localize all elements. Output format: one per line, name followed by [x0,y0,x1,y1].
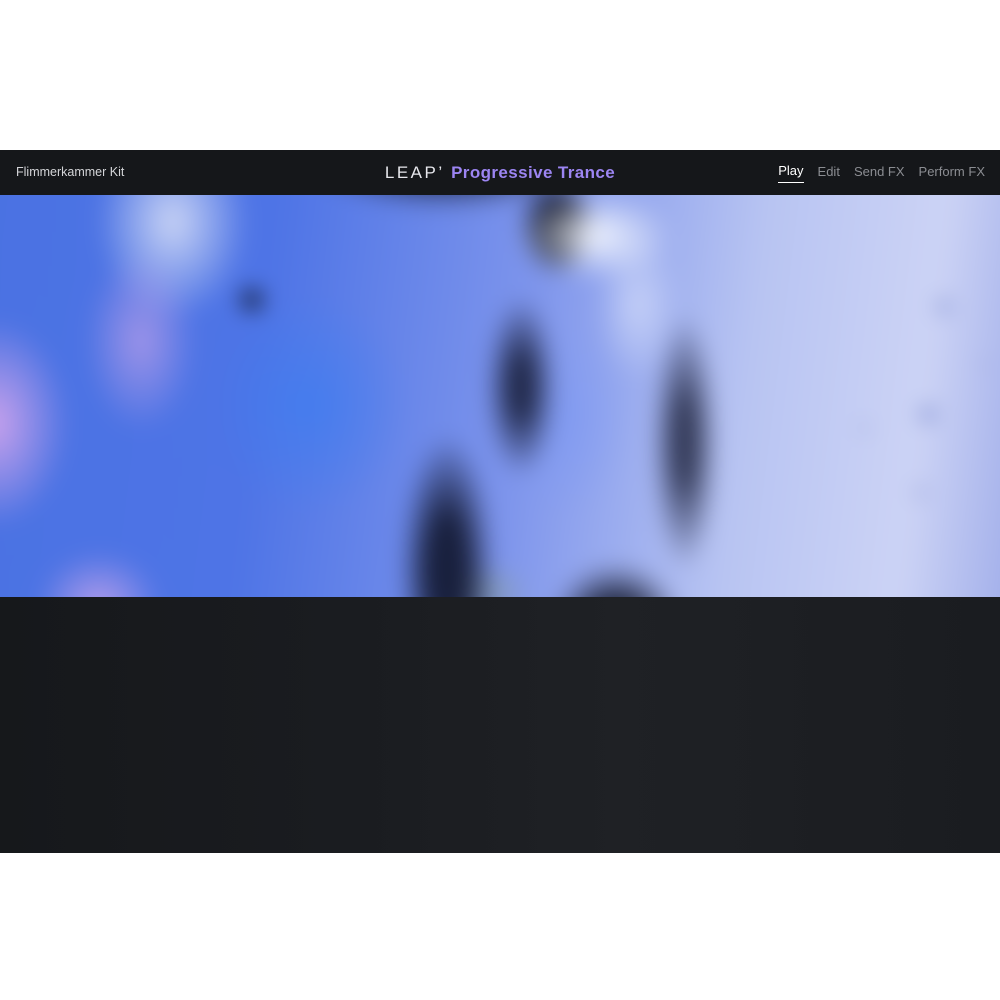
logo-brand: LEAP’ [385,163,445,182]
control-panel: MACROS Select Preset Cutoff Choral [0,597,1000,853]
tab-play[interactable]: Play [778,163,803,183]
tab-send-fx[interactable]: Send FX [854,164,905,181]
leap-plugin-window: Flimmerkammer Kit LEAP’ Progressive Tran… [0,150,1000,853]
logo-product: Progressive Trance [451,163,615,182]
cover-artwork [0,195,1000,597]
cover-artwork-image [0,195,1000,597]
view-tabs: Play Edit Send FX Perform FX [778,150,985,195]
tab-perform-fx[interactable]: Perform FX [919,164,985,181]
top-bar: Flimmerkammer Kit LEAP’ Progressive Tran… [0,150,1000,195]
tab-edit[interactable]: Edit [818,164,840,181]
page: Flimmerkammer Kit LEAP’ Progressive Tran… [0,0,1000,1000]
